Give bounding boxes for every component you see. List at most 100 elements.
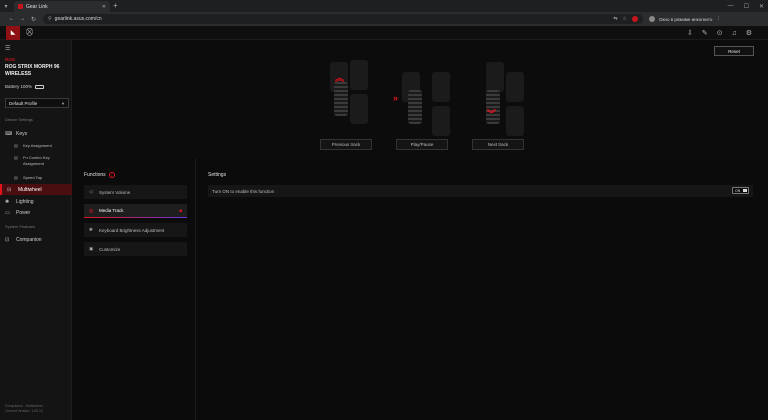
favicon-icon: [18, 4, 23, 9]
url-text: gearlink.asus.com/cn: [54, 16, 102, 22]
brand-label: ROG: [5, 57, 16, 62]
translate-icon[interactable]: ⇆: [613, 16, 617, 22]
browser-menu-icon[interactable]: ⋮: [716, 16, 721, 22]
sidebar-item-key-assignment[interactable]: ▤ Key Assignment: [0, 143, 72, 149]
device-name: ROG STRIX MORPH 96 WIRELESS: [5, 64, 60, 77]
app-header: ◣ ⛒ ⇩ ✎ ⊙ ♫ ⚙: [0, 25, 768, 40]
sidebar-item-lighting[interactable]: ✺ Lighting: [0, 196, 72, 207]
sidebar-item-label: Multiwheel: [18, 186, 42, 193]
sidebar-item-speed-tap[interactable]: ▤ Speed Tap: [0, 175, 72, 181]
cart-icon[interactable]: ⛒: [26, 29, 33, 37]
edit-icon[interactable]: ✎: [702, 29, 708, 37]
function-keyboard-brightness[interactable]: ✱ Keyboard Brightness Adjustment: [84, 223, 187, 237]
play-pause-label[interactable]: Play/Pause: [396, 139, 448, 150]
selected-marker-icon: ◀: [178, 207, 182, 213]
sidebar-item-multiwheel[interactable]: ⊟ Multiwheel: [0, 184, 72, 195]
extension-icon[interactable]: [632, 16, 638, 22]
multiwheel-preview: Reset ︽ » ︾ Previous track Play/Pause Ne…: [72, 40, 768, 158]
close-window-icon[interactable]: ✕: [759, 3, 764, 10]
key-shape: [350, 60, 368, 90]
sidebar-item-fn-combo[interactable]: ▤ Fn Combo Key Assignment: [0, 155, 70, 166]
hamburger-menu-icon[interactable]: ☰: [5, 45, 10, 52]
battery-icon: [35, 84, 45, 89]
minimize-icon[interactable]: —: [728, 3, 734, 9]
sidebar-item-companion[interactable]: ⊡ Companion: [0, 234, 72, 245]
rog-logo-icon[interactable]: ◣: [6, 25, 20, 40]
sidebar-item-label: Power: [16, 209, 31, 216]
media-icon: ▥: [89, 207, 94, 213]
sidebar-item-label: Key Assignment: [23, 143, 52, 148]
power-battery-icon: ▭: [5, 209, 10, 216]
enable-function-text: Turn ON to enable this function: [212, 188, 275, 194]
back-icon[interactable]: ←: [6, 16, 17, 22]
volume-icon: ◁: [89, 189, 93, 194]
address-bar-row: ← → ↻ ⚲ gearlink.asus.com/cn ⇆ ☆ Окно в …: [0, 12, 768, 26]
url-field[interactable]: ⚲ gearlink.asus.com/cn ⇆ ☆: [43, 14, 643, 24]
footer-line-2: Current Version: 1.00.12: [5, 408, 43, 413]
settings-gear-icon[interactable]: ⚙: [746, 29, 752, 37]
notification-bell-icon[interactable]: ♫: [731, 30, 736, 37]
header-icons: ⇩ ✎ ⊙ ♫ ⚙: [687, 26, 752, 40]
profile-dropdown[interactable]: Default Profile ▼: [5, 98, 69, 108]
chevron-down-icon: ▼: [61, 100, 65, 106]
tab-close-icon[interactable]: ✕: [102, 4, 106, 10]
companion-icon: ⊡: [5, 236, 10, 243]
customize-icon: ▣: [89, 246, 94, 251]
arrow-down-icon: ︾: [487, 109, 497, 119]
key-shape: [350, 94, 368, 124]
wheel-preview-play: »: [393, 60, 462, 140]
device-icon[interactable]: ⊙: [717, 29, 723, 37]
wheel-icon: [334, 82, 348, 116]
key-icon: ▤: [14, 175, 18, 180]
toggle-label: ON: [735, 188, 741, 193]
function-label: Customize: [99, 246, 121, 252]
incognito-text: Окно в режиме инкогнито: [659, 16, 713, 22]
sidebar-item-label: Lighting: [16, 198, 34, 205]
url-actions: ⇆ ☆: [613, 16, 638, 22]
maximize-icon[interactable]: ☐: [744, 3, 749, 10]
site-info-icon[interactable]: ⚲: [48, 16, 52, 22]
key-icon: ▤: [14, 155, 18, 160]
sidebar-item-power[interactable]: ▭ Power: [0, 207, 72, 218]
reset-button[interactable]: Reset: [714, 46, 754, 56]
window-controls: — ☐ ✕: [728, 0, 764, 12]
settings-title: Settings: [208, 172, 227, 178]
version-info: Companion - Multiwheel Current Version: …: [5, 404, 43, 413]
download-icon[interactable]: ⇩: [687, 29, 693, 37]
sidebar-item-label: Keys: [16, 130, 28, 137]
keyboard-icon: ⌨: [5, 130, 13, 137]
device-settings-label: Device Settings: [5, 117, 33, 122]
system-features-label: System Features: [5, 224, 36, 229]
key-shape: [486, 62, 504, 92]
sidebar-item-keys[interactable]: ⌨ Keys: [0, 128, 72, 139]
function-customize[interactable]: ▣ Customize: [84, 242, 187, 256]
key-shape: [432, 72, 450, 102]
brightness-icon: ✱: [89, 227, 93, 232]
info-icon[interactable]: !: [108, 172, 115, 178]
arrow-right-icon: »: [393, 93, 399, 103]
new-tab-button[interactable]: +: [113, 1, 118, 11]
arrow-up-icon: ︽: [335, 73, 345, 83]
function-label: System Volume: [99, 189, 131, 195]
function-system-volume[interactable]: ◁ System Volume: [84, 185, 187, 199]
next-track-label[interactable]: Next track: [472, 139, 524, 150]
enable-function-row: Turn ON to enable this function ON: [208, 185, 753, 197]
wheel-icon: [408, 90, 422, 124]
footer-line-1: Companion - Multiwheel: [5, 404, 43, 408]
enable-toggle[interactable]: ON: [732, 187, 749, 194]
incognito-indicator[interactable]: Окно в режиме инкогнито ⋮: [649, 16, 721, 22]
function-label: Keyboard Brightness Adjustment: [99, 227, 165, 233]
toggle-knob: [743, 189, 747, 192]
battery-text: Battery 100%: [5, 84, 33, 89]
bookmark-star-icon[interactable]: ☆: [623, 16, 627, 22]
browser-tab[interactable]: Gear Link ✕: [14, 1, 110, 12]
reload-icon[interactable]: ↻: [28, 16, 39, 23]
previous-track-label[interactable]: Previous track: [320, 139, 372, 150]
sidebar-item-label: Companion: [16, 236, 42, 243]
browser-tab-bar: ▾ Gear Link ✕ + — ☐ ✕: [0, 0, 768, 12]
function-media-track[interactable]: ▥ Media Track ◀: [84, 204, 187, 218]
key-shape: [506, 72, 524, 102]
forward-icon[interactable]: →: [17, 16, 28, 22]
tab-search-icon[interactable]: ▾: [0, 0, 12, 12]
battery-status: Battery 100%: [5, 84, 45, 89]
